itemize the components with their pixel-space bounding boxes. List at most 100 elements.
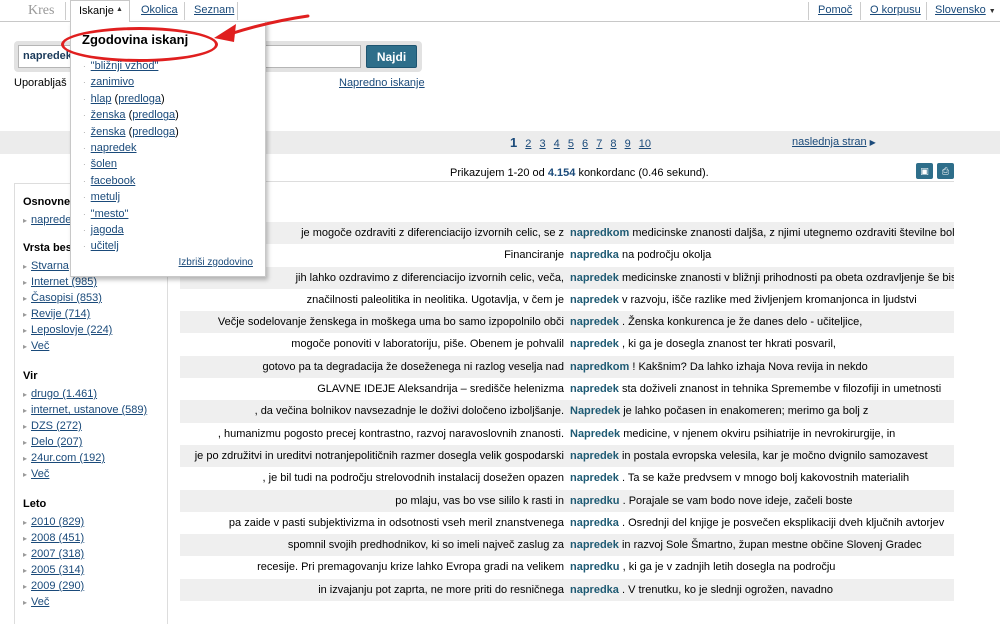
facet-item-link[interactable]: Stvarna [31,260,69,272]
facet-item[interactable]: ▸ DZS (272) [23,418,147,434]
facet-item[interactable]: ▸ 2009 (290) [23,578,84,594]
page-link[interactable]: 7 [596,138,602,150]
facet-item[interactable]: ▸ 24ur.com (192) [23,450,147,466]
nav-help-link[interactable]: Pomoč [818,4,852,16]
keyword[interactable]: napredek , ki ga je dosegla znanost ter … [570,333,836,355]
keyword[interactable]: napredek in postala evropska velesila, k… [570,445,928,467]
facet-item-link[interactable]: 2005 (314) [31,564,84,576]
facet-item-link[interactable]: Delo (207) [31,436,82,448]
keyword[interactable]: napredkom ! Kakšnim? Da lahko izhaja Nov… [570,356,868,378]
history-item-template-link[interactable]: predloga [132,109,175,121]
nav-about-link[interactable]: O korpusu [870,4,921,16]
keyword-text[interactable]: napredek [570,450,619,462]
history-item[interactable]: · jagoda [83,222,179,238]
facet-more[interactable]: ▸ Več [23,466,147,482]
history-item-link[interactable]: ženska [91,109,126,121]
keyword-text[interactable]: napredek [570,472,619,484]
print-icon[interactable]: ⎙ [937,163,954,179]
keyword[interactable]: napredka na področju okolja [570,244,711,266]
next-page-label[interactable]: naslednja stran [792,136,867,148]
facet-item-link[interactable]: 2007 (318) [31,548,84,560]
keyword[interactable]: Napredek medicine, v njenem okviru psihi… [570,423,895,445]
language-selector[interactable]: Slovensko ▼ [935,4,996,16]
facet-item-link[interactable]: Časopisi (853) [31,292,102,304]
keyword-text[interactable]: napredka [570,517,619,529]
facet-more[interactable]: ▸ Več [23,594,84,610]
keyword-text[interactable]: napredkom [570,227,629,239]
history-item[interactable]: · hlap (predloga) [83,91,179,107]
keyword[interactable]: napredek sta doživeli znanost in tehnika… [570,378,941,400]
keyword-text[interactable]: napredkom [570,361,629,373]
facet-item-link[interactable]: internet, ustanove (589) [31,404,147,416]
keyword-text[interactable]: Napredek [570,405,620,417]
history-item-link[interactable]: "bližnji vzhod" [91,60,159,72]
facet-item-link[interactable]: Revije (714) [31,308,90,320]
facet-item-link[interactable]: DZS (272) [31,420,82,432]
history-item[interactable]: · napredek [83,140,179,156]
history-item[interactable]: · šolen [83,156,179,172]
history-item-link[interactable]: ženska [91,126,126,138]
history-item[interactable]: · ženska (predloga) [83,107,179,123]
facet-item-link[interactable]: drugo (1.461) [31,388,97,400]
keyword-text[interactable]: napredek [570,539,619,551]
history-item-link[interactable]: hlap [91,93,112,105]
history-item[interactable]: · "bližnji vzhod" [83,58,179,74]
save-icon[interactable]: ▣ [916,163,933,179]
facet-item[interactable]: ▸ internet, ustanove (589) [23,402,147,418]
page-link-current[interactable]: 1 [510,135,517,150]
keyword[interactable]: napredka . V trenutku, ko je slednji ogr… [570,579,833,601]
history-item-link[interactable]: jagoda [91,224,124,236]
facet-item-link[interactable]: 2009 (290) [31,580,84,592]
keyword[interactable]: Napredek je lahko počasen in enakomeren;… [570,400,868,422]
facet-item-link[interactable]: 24ur.com (192) [31,452,105,464]
history-item-link[interactable]: facebook [91,175,136,187]
facet-item[interactable]: ▸ Revije (714) [23,306,112,322]
keyword-text[interactable]: napredek [570,272,619,284]
history-item-link[interactable]: učitelj [91,240,119,252]
history-item-link[interactable]: "mesto" [91,208,129,220]
page-link[interactable]: 9 [625,138,631,150]
advanced-search-link[interactable]: Napredno iskanje [339,77,425,89]
page-link[interactable]: 4 [554,138,560,150]
clear-history-link[interactable]: Izbriši zgodovino [179,257,253,268]
facet-item[interactable]: ▸ 2005 (314) [23,562,84,578]
keyword-text[interactable]: napredka [570,249,619,261]
page-link[interactable]: 10 [639,138,651,150]
brand-logo[interactable]: Kres [28,3,54,19]
keyword-text[interactable]: napredku [570,561,620,573]
history-item[interactable]: · ženska (predloga) [83,124,179,140]
keyword[interactable]: napredka . Osrednji del knjige je posveč… [570,512,944,534]
facet-item[interactable]: ▸ Leposlovje (224) [23,322,112,338]
facet-item[interactable]: ▸ 2008 (451) [23,530,84,546]
history-item-link[interactable]: napredek [91,142,137,154]
facet-item-link[interactable]: 2010 (829) [31,516,84,528]
history-item-link[interactable]: zanimivo [91,76,134,88]
keyword[interactable]: napredek medicinske znanosti v bližnji p… [570,267,954,289]
facet-item-link[interactable]: Leposlovje (224) [31,324,112,336]
next-page-link[interactable]: naslednja stran ▶ [792,136,876,148]
facet-item-link[interactable]: 2008 (451) [31,532,84,544]
page-link[interactable]: 5 [568,138,574,150]
keyword-text[interactable]: napredka [570,584,619,596]
keyword-text[interactable]: napredek [570,294,619,306]
keyword[interactable]: napredku . Porajale se vam bodo nove ide… [570,490,853,512]
facet-more[interactable]: ▸ Več [23,338,112,354]
keyword-text[interactable]: napredek [570,383,619,395]
history-item-template-link[interactable]: predloga [132,126,175,138]
facet-more-link[interactable]: Več [31,596,49,608]
language-label[interactable]: Slovensko [935,4,986,16]
keyword-text[interactable]: napredek [570,338,619,350]
page-link[interactable]: 6 [582,138,588,150]
history-item[interactable]: · zanimivo [83,74,179,90]
keyword[interactable]: napredek . Ženska konkurenca je že danes… [570,311,862,333]
facet-item-link[interactable]: Internet (985) [31,276,97,288]
keyword-text[interactable]: Napredek [570,428,620,440]
keyword[interactable]: napredek v razvoju, išče razlike med živ… [570,289,917,311]
facet-item[interactable]: ▸ drugo (1.461) [23,386,147,402]
keyword-text[interactable]: napredek [570,316,619,328]
facet-more-link[interactable]: Več [31,340,49,352]
history-item[interactable]: · facebook [83,173,179,189]
keyword[interactable]: napredku , ki ga je v zadnjih letih dose… [570,556,835,578]
history-item-link[interactable]: metulj [91,191,120,203]
nav-iskanje-tab[interactable]: Iskanje ▲ [70,0,130,22]
